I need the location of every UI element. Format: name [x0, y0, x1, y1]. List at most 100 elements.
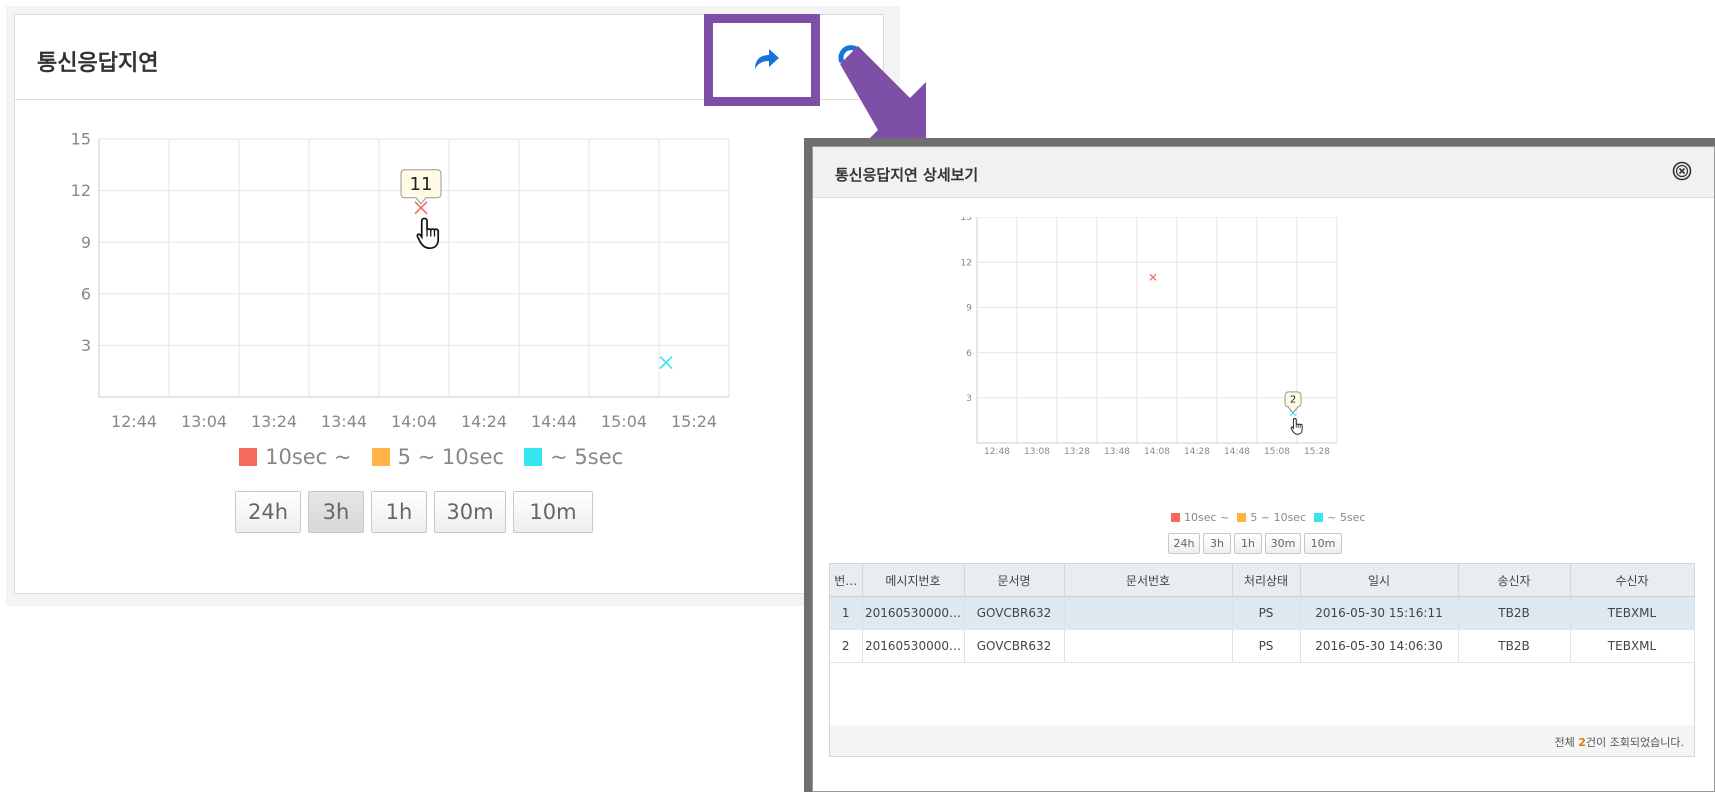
modal-chart: 3 6 9 12 15 12:48 13:08 13:28 13:48 14:08 14:28 14:…: [961, 217, 1338, 457]
legend-item[interactable]: ~ 5sec: [1314, 511, 1365, 524]
tooltip-value: 2: [1290, 395, 1296, 406]
table-body: 1 20160530000… GOVCBR632 PS 2016-05-30 15:16…: [830, 596, 1695, 663]
legend-label: ~ 5sec: [1327, 511, 1366, 524]
table-cell: GOVCBR632: [964, 596, 1065, 630]
table-row[interactable]: 2 20160530000… GOVCBR632 PS 2016-05-30 14:06…: [830, 629, 1695, 663]
share-button[interactable]: [704, 14, 820, 106]
y-tick-label: 3: [81, 336, 91, 355]
legend-label: 5 ~ 10sec: [397, 445, 505, 469]
legend-swatch: [524, 448, 543, 466]
table-cell: 1: [830, 596, 863, 630]
table-cell: 2016-05-30 14:06:30: [1300, 629, 1459, 663]
y-tick-label: 6: [966, 349, 972, 359]
modal-range-buttons: 24h 3h 1h 30m 10m: [1168, 533, 1345, 554]
data-point[interactable]: [659, 356, 673, 370]
x-tick-label: 12:44: [111, 412, 157, 431]
range-button-30m[interactable]: 30m: [1265, 533, 1301, 554]
x-tick-label: 13:48: [1104, 447, 1130, 457]
value-tooltip: 2: [1284, 391, 1302, 414]
range-button-1h[interactable]: 1h: [1234, 533, 1262, 554]
range-button-24h[interactable]: 24h: [235, 491, 301, 533]
legend-item[interactable]: ~ 5sec: [524, 445, 623, 469]
table-cell: TEBXML: [1570, 596, 1695, 630]
range-button-24h[interactable]: 24h: [1168, 533, 1200, 554]
legend-swatch: [1171, 513, 1180, 522]
y-tick-label: 3: [966, 394, 972, 404]
y-tick-label: 12: [71, 181, 91, 200]
table-cell: PS: [1232, 629, 1301, 663]
x-tick-label: 14:28: [1184, 447, 1210, 457]
modal-title: 통신응답지연 상세보기: [835, 166, 979, 184]
table-cell: [1064, 629, 1233, 663]
column-header[interactable]: 번…: [830, 564, 863, 597]
legend-item[interactable]: 10sec ~: [1171, 511, 1229, 524]
table-cell: 2: [830, 629, 863, 663]
x-tick-label: 14:48: [1224, 447, 1250, 457]
x-tick-label: 13:04: [181, 412, 227, 431]
column-header[interactable]: 일시: [1300, 564, 1459, 597]
table-cell: TB2B: [1458, 596, 1571, 630]
result-count: 2: [1578, 736, 1586, 749]
column-header[interactable]: 수신자: [1570, 564, 1695, 597]
share-arrow-icon: [755, 49, 779, 69]
range-button-3h[interactable]: 3h: [1203, 533, 1231, 554]
range-button-10m[interactable]: 10m: [1304, 533, 1342, 554]
y-tick-label: 15: [71, 130, 91, 149]
x-tick-label: 13:44: [321, 412, 367, 431]
x-tick-label: 14:08: [1144, 447, 1170, 457]
legend-item[interactable]: 5 ~ 10sec: [1237, 511, 1306, 524]
legend-label: 10sec ~: [265, 445, 352, 469]
table-cell: [1064, 596, 1233, 630]
table-cell: TEBXML: [1570, 629, 1695, 663]
column-header[interactable]: 송신자: [1458, 564, 1571, 597]
column-header[interactable]: 문서번호: [1064, 564, 1233, 597]
table-row[interactable]: 1 20160530000… GOVCBR632 PS 2016-05-30 15:16…: [830, 596, 1695, 630]
hand-cursor-icon: [416, 217, 440, 250]
data-point[interactable]: [1149, 273, 1157, 281]
y-tick-label: 12: [961, 258, 972, 268]
x-tick-label: 12:48: [984, 447, 1010, 457]
legend-item[interactable]: 10sec ~: [239, 445, 352, 469]
y-tick-label: 15: [961, 217, 972, 223]
column-header[interactable]: 처리상태: [1232, 564, 1301, 597]
legend-swatch: [371, 448, 390, 466]
range-button-10m[interactable]: 10m: [513, 491, 593, 533]
table-header-row: 번… 메시지번호 문서명 문서번호 처리상태 일시 송신자 수신자: [830, 564, 1695, 597]
widget-range-buttons: 24h 3h 1h 30m 10m: [235, 491, 600, 533]
hand-cursor-icon: [1290, 418, 1303, 435]
column-header[interactable]: 메시지번호: [862, 564, 965, 597]
detail-modal: 통신응답지연 상세보기 3 6 9 12 15 12:48 13:08 13:28 13:48 1…: [812, 146, 1715, 792]
x-tick-label: 13:28: [1064, 447, 1090, 457]
x-tick-label: 14:04: [391, 412, 437, 431]
message-table: 번… 메시지번호 문서명 문서번호 처리상태 일시 송신자 수신자 1 20160530000……: [830, 564, 1695, 663]
y-tick-label: 6: [81, 284, 91, 303]
column-header[interactable]: 문서명: [964, 564, 1065, 597]
legend-label: 5 ~ 10sec: [1250, 511, 1307, 524]
y-tick-label: 9: [966, 304, 972, 314]
widget-legend: 10sec ~ 5 ~ 10sec ~ 5sec: [239, 445, 643, 469]
legend-swatch: [1237, 513, 1247, 522]
legend-swatch: [239, 448, 257, 466]
x-tick-label: 15:08: [1264, 447, 1290, 457]
y-tick-label: 9: [81, 233, 91, 252]
x-tick-label: 15:04: [601, 412, 647, 431]
x-tick-label: 15:24: [671, 412, 717, 431]
range-button-3h[interactable]: 3h: [308, 491, 364, 533]
x-tick-label: 14:44: [531, 412, 577, 431]
legend-label: ~ 5sec: [550, 445, 624, 469]
legend-label: 10sec ~: [1184, 511, 1230, 524]
table-cell: TB2B: [1458, 629, 1571, 663]
table-cell: 20160530000…: [862, 596, 965, 630]
widget-title: 통신응답지연: [37, 51, 159, 76]
x-tick-label: 15:28: [1304, 447, 1330, 457]
legend-item[interactable]: 5 ~ 10sec: [371, 445, 505, 469]
x-tick-label: 13:08: [1024, 447, 1050, 457]
close-icon[interactable]: [1672, 161, 1692, 181]
grid-footer: 전체 2건이 조회되었습니다.: [829, 725, 1695, 757]
range-button-30m[interactable]: 30m: [434, 491, 506, 533]
modal-legend: 10sec ~ 5 ~ 10sec ~ 5sec: [1171, 511, 1373, 524]
range-button-1h[interactable]: 1h: [371, 491, 427, 533]
x-tick-label: 13:24: [251, 412, 297, 431]
modal-header: 통신응답지연 상세보기: [813, 147, 1714, 198]
table-cell: GOVCBR632: [964, 629, 1065, 663]
